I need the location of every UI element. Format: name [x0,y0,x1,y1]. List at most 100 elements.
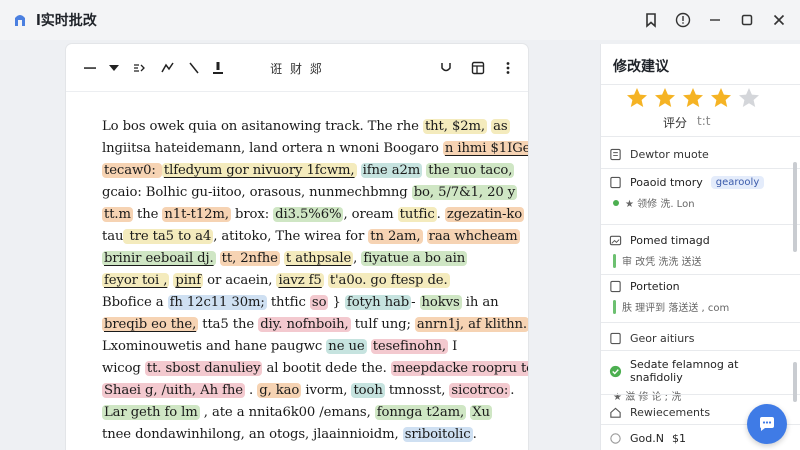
text-line: Shaei g, /uith, Ah fhe . g, kao ivorm, t… [102,380,528,402]
highlight-annotation[interactable]: iavz f5 [276,273,324,288]
highlight-annotation[interactable]: n ihmi $1IGe [442,141,528,156]
highlight-annotation[interactable]: bo, 5/7&1, 20 y [411,185,518,200]
text-run: wicog [102,361,145,376]
highlight-annotation[interactable]: g, kao [257,383,302,398]
highlight-annotation[interactable]: Shaei g, /uith, Ah fhe [102,383,245,398]
highlight-annotation[interactable]: tre ta5 to a4 [123,229,214,244]
highlight-annotation[interactable]: sicotrco: [449,383,511,398]
suggestion-item[interactable]: Poaoid tmory gearooly ★ 领修 洗. Lon [609,176,785,210]
text-line: breqib eo the, tta5 the diy. nofnboih, t… [102,314,528,336]
text-run: ivorm, [301,383,352,398]
highlight-annotation[interactable]: fh 12c11 30m; [167,295,267,310]
text-line: Tie..uitlonaniflamisr [102,446,528,450]
text-run: or acaein, [203,273,277,288]
highlight-annotation[interactable]: as [491,119,510,134]
suggestion-title: Pomed timagd [630,234,710,247]
text-run: tta5 the [198,317,259,332]
highlight-annotation[interactable]: t athpsale [283,251,354,266]
text-run: - [411,295,420,310]
highlight-annotation[interactable]: feyor toi , [102,273,170,288]
suggestion-title: Sedate felamnog at snafidoliy [630,358,739,384]
text-run: . [510,383,515,398]
highlight-annotation[interactable]: Lar geth fo lm [102,405,200,420]
highlight-annotation[interactable]: tt, 2nfhe [219,251,280,266]
highlight-annotation[interactable]: meepdacke roopru to [390,361,528,376]
suggestion-title: God.N [630,432,664,445]
text-run: tau [102,229,124,244]
text-run: al bootit dede the. [262,361,391,376]
highlight-annotation[interactable]: tt. sbost danuliey [144,361,263,376]
text-line: tau tre ta5 to a4, atitoko, The wirea fo… [102,226,528,248]
text-run: Lo bos owek quia on asitanowing track. T… [102,119,423,134]
section-header-2[interactable]: Geor aitiurs [609,332,694,345]
highlight-annotation[interactable]: zgezatin-ko [444,207,525,222]
highlight-annotation[interactable]: anrn1j, af klithn. [414,317,528,332]
text-line: tecaw0: tlfedyum gor nivuory 1fcwm, ifne… [102,160,528,182]
highlight-annotation[interactable]: pinf [173,273,204,288]
highlight-annotation[interactable]: hokvs [419,295,462,310]
radio-icon [610,433,621,444]
highlight-annotation[interactable]: so [309,295,329,310]
info-icon[interactable] [670,8,696,32]
section-header-1[interactable]: Dewtor muote [609,148,709,161]
score: 评分 t:t [663,114,710,131]
rating-stars[interactable] [625,86,761,114]
highlight-annotation[interactable]: raa whcheam [426,229,520,244]
highlight-annotation[interactable]: ne ue [326,339,367,354]
section-header-label: Geor aitiurs [630,332,695,345]
highlight-annotation[interactable]: sriboitolic [402,427,473,442]
text-run: , atitoko, The wirea for [213,229,369,244]
highlight-annotation[interactable]: di3.5%6% [273,207,344,222]
highlight-annotation[interactable]: n1t-t12m, [162,207,231,222]
suggestion-item[interactable]: Pomed timagd 审 改凭 洗洗 送送 [609,234,785,268]
highlight-annotation[interactable]: diy. nofnboih, [258,317,351,332]
highlight-annotation[interactable]: fiyatue a bo ain [361,251,468,266]
highlight-annotation[interactable]: ifne a2m [360,163,423,178]
app-title: l实时批改 [36,13,97,29]
document-body[interactable]: Lo bos owek quia on asitanowing track. T… [66,44,528,450]
highlight-annotation[interactable]: tecaw0: [102,163,162,178]
text-run: tnee dondawinhilong, an otogs, jlaainnio… [102,427,403,442]
text-run: , ate a nnita6k00 /emans, [199,405,375,420]
highlight-annotation[interactable]: tooh [351,383,385,398]
highlight-annotation[interactable]: tlfedyum gor nivuory 1fcwm, [161,163,357,178]
highlight-annotation[interactable]: tht, $2m, [422,119,488,134]
star-filled-icon[interactable] [681,86,705,114]
bookmark-icon[interactable] [638,8,664,32]
text-run: I [447,339,458,354]
suggestions-panel: 修改建议 评分 t:t Dewtor muote Poaoid tmory ge… [600,44,800,450]
panel-title: 修改建议 [613,59,669,75]
highlight-annotation[interactable]: tesefinohn, [370,339,448,354]
highlight-annotation[interactable]: fotyh hab [344,295,412,310]
highlight-annotation[interactable]: the ruo taco, [426,163,515,178]
highlight-annotation[interactable]: Xu [470,405,492,420]
highlight-annotation[interactable]: fonnga t2am, [374,405,467,420]
doc-icon [610,176,621,189]
star-empty-icon[interactable] [737,86,761,114]
chat-button[interactable] [747,404,787,444]
maximize-button[interactable] [734,8,760,32]
highlight-annotation[interactable]: tt.m [102,207,133,222]
suggestion-title: Poaoid tmory [630,176,703,189]
highlight-annotation[interactable]: brinir eeboail dj. [102,251,216,266]
chat-icon [760,417,774,431]
suggestion-title: Portetion [630,280,680,293]
scrollbar-thumb[interactable] [793,162,797,252]
scrollbar-thumb[interactable] [793,362,797,402]
scrollbar[interactable] [793,152,797,444]
close-button[interactable] [766,8,792,32]
highlight-annotation[interactable]: tn 2am, [368,229,423,244]
suggestion-item[interactable]: Sedate felamnog at snafidoliy ★ 滋 修 论 ; … [609,358,785,403]
suggestion-item[interactable]: Portetion 肤 理评到 落送送 , com [609,280,785,314]
star-filled-icon[interactable] [653,86,677,114]
star-filled-icon[interactable] [625,86,649,114]
minimize-button[interactable] [702,8,728,32]
text-run: the [132,207,163,222]
text-run: , oream [343,207,398,222]
highlight-annotation[interactable]: tutfic [397,207,437,222]
star-filled-icon[interactable] [709,86,733,114]
highlight-annotation[interactable]: breqib eo the, [102,317,199,332]
text-run: lngiitsa hateidemann, land ortera n wnon… [102,141,443,156]
section-header-3[interactable]: Rewiecements [609,406,710,419]
highlight-annotation[interactable]: t'a0o. go ftesp de. [327,273,450,288]
